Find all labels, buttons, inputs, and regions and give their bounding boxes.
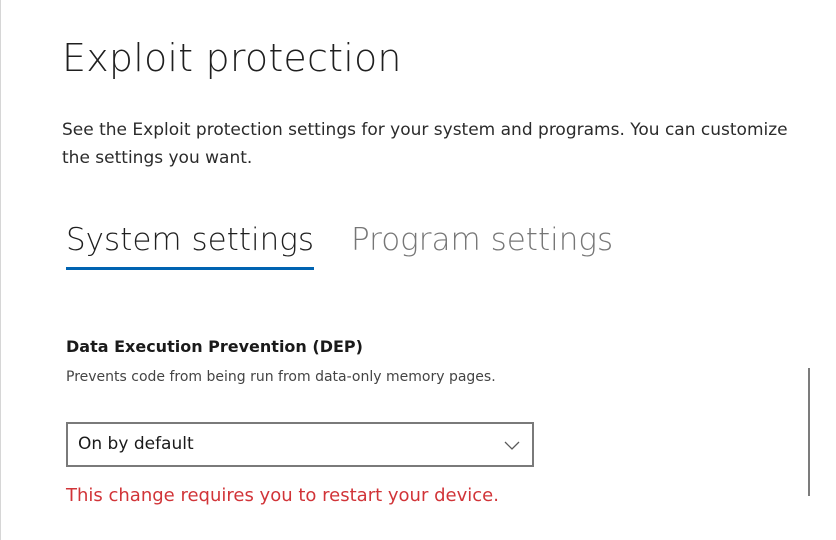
tab-program-settings-label: Program settings — [351, 222, 614, 258]
dep-section-description: Prevents code from being run from data-o… — [66, 369, 496, 385]
dep-section-title: Data Execution Prevention (DEP) — [66, 337, 363, 356]
tab-system-settings[interactable]: System settings — [66, 222, 314, 270]
scrollbar[interactable] — [808, 368, 810, 496]
dep-dropdown[interactable]: On by default — [66, 422, 534, 467]
page-title: Exploit protection — [62, 36, 402, 80]
chevron-down-icon — [504, 441, 520, 450]
dep-dropdown-value: On by default — [78, 434, 194, 454]
tab-program-settings[interactable]: Program settings — [351, 222, 613, 270]
settings-tabs: System settings Program settings — [66, 222, 650, 270]
restart-warning: This change requires you to restart your… — [66, 485, 499, 506]
page-description: See the Exploit protection settings for … — [62, 120, 788, 168]
tab-system-settings-label: System settings — [66, 222, 314, 258]
active-tab-indicator — [66, 267, 314, 270]
window-left-border — [0, 0, 1, 540]
